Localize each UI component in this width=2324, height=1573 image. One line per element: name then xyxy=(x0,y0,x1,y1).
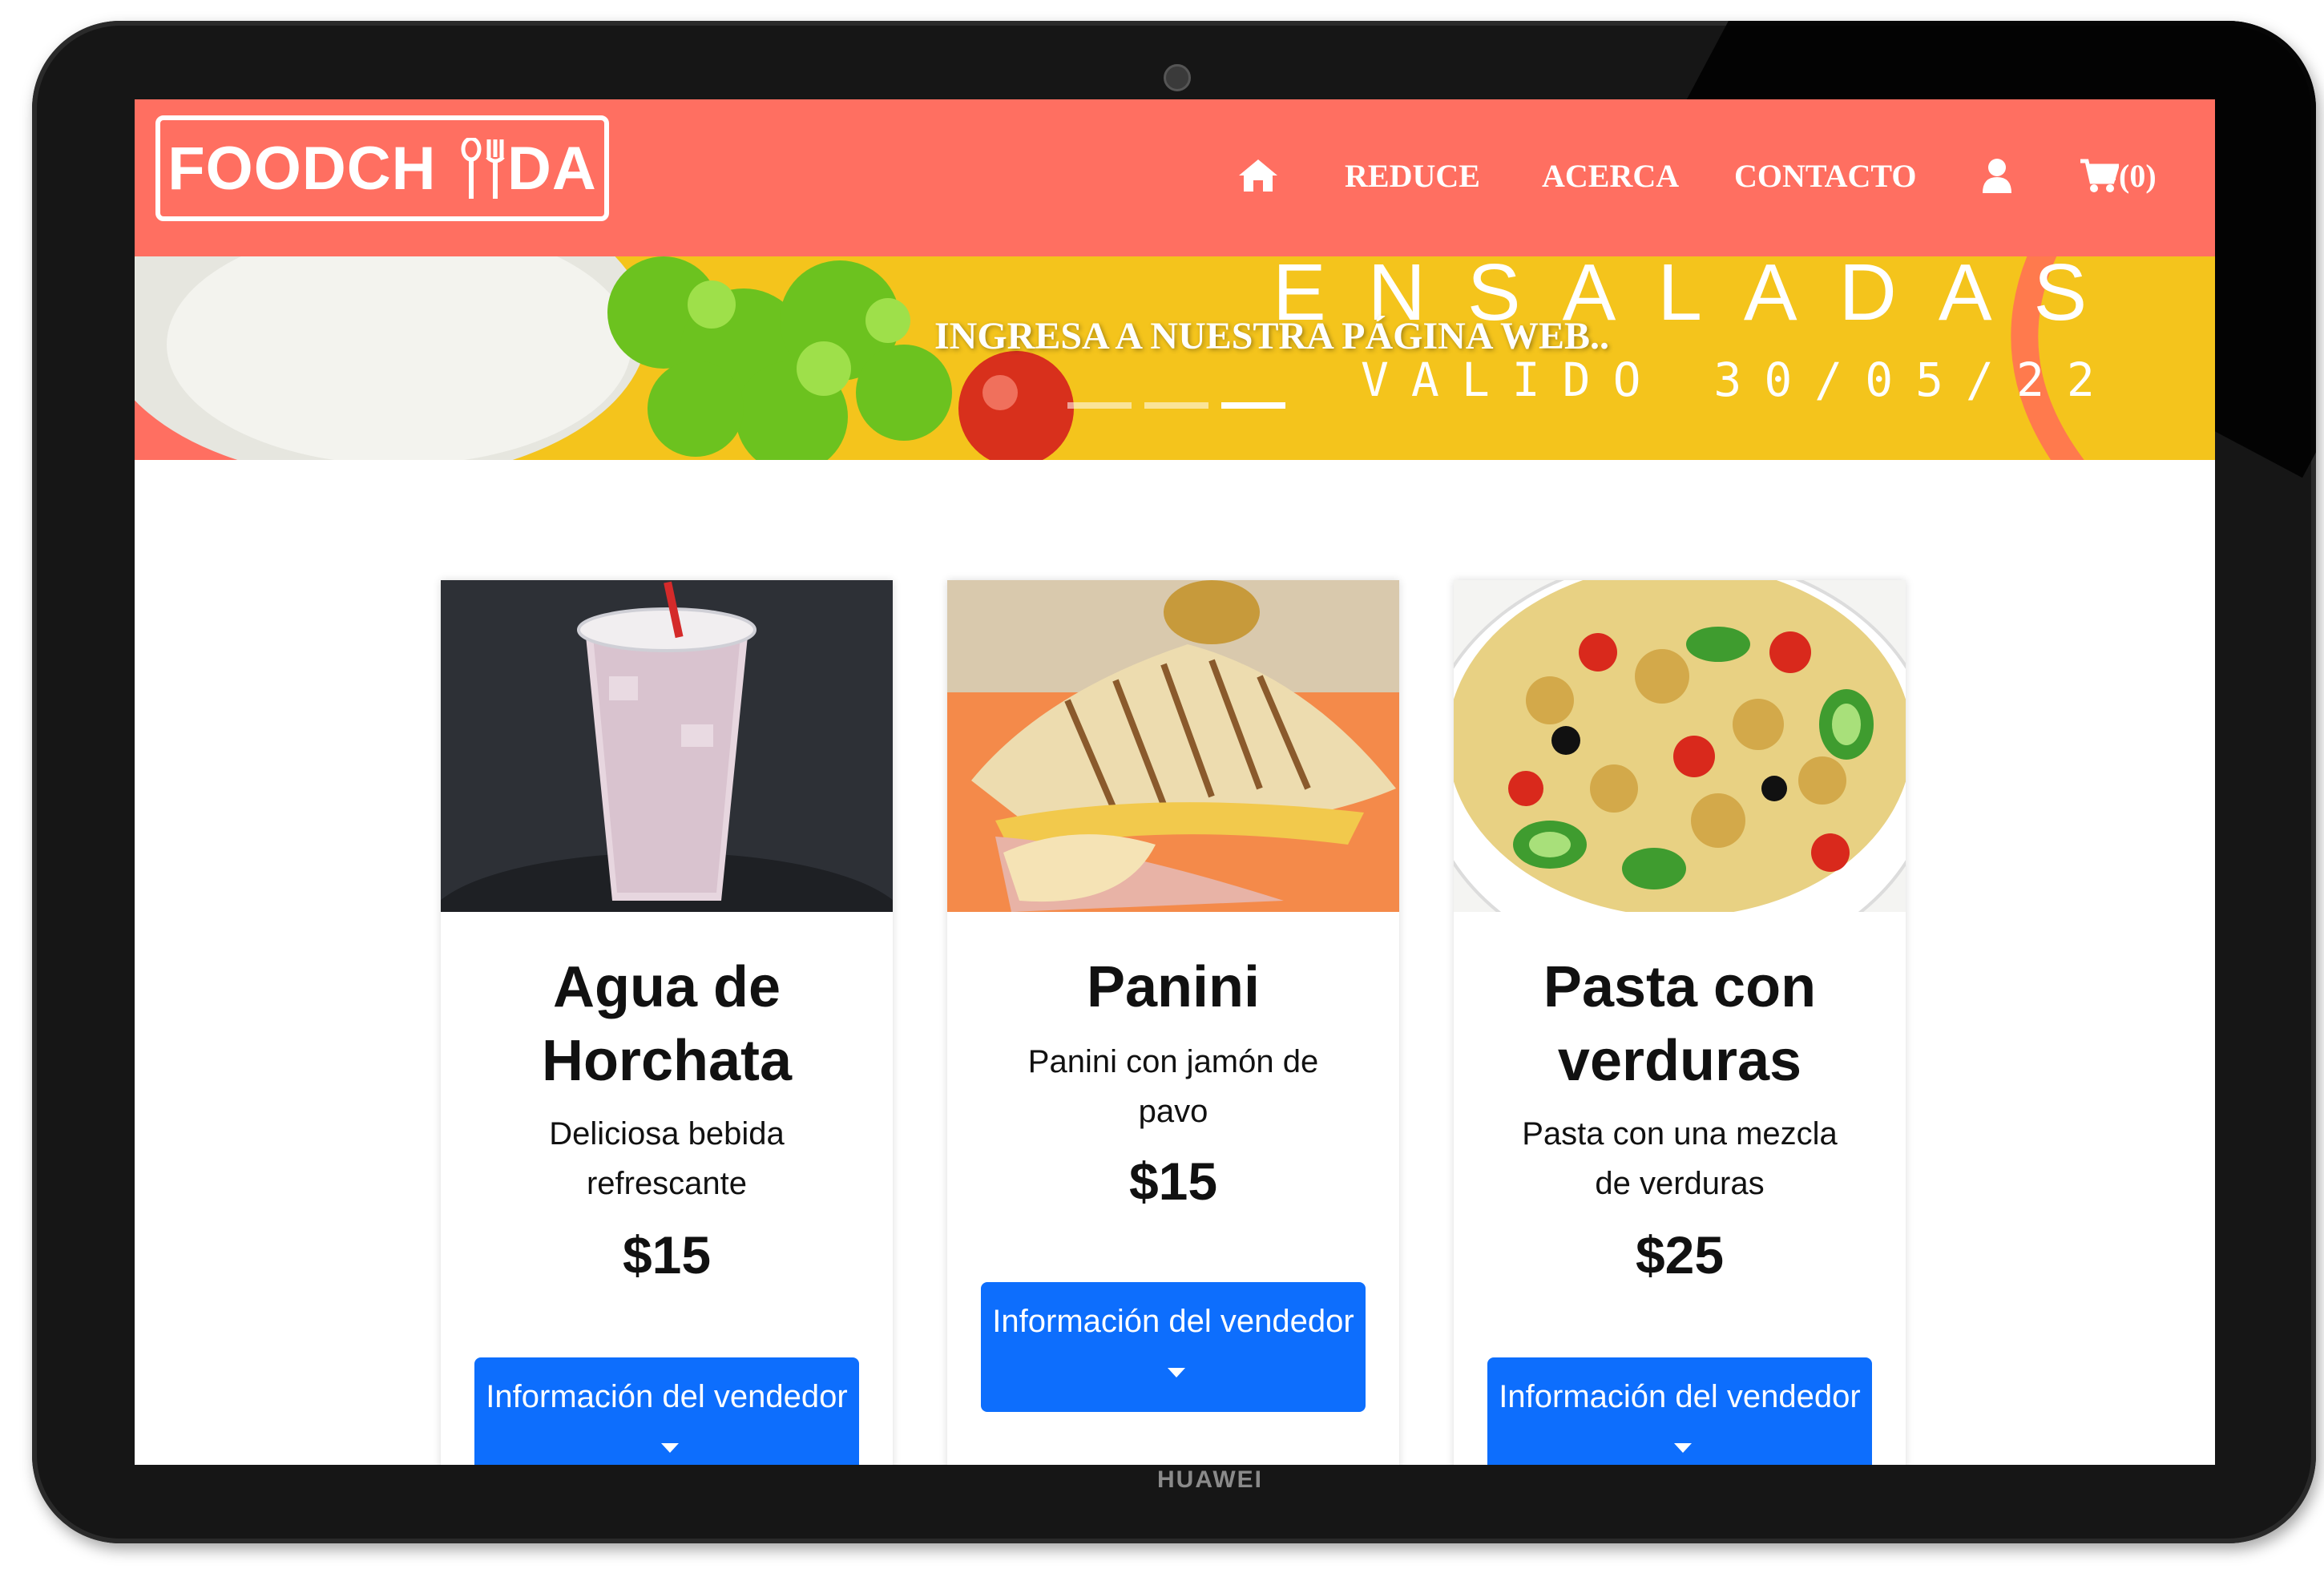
caret-down-icon xyxy=(1168,1368,1185,1378)
product-price: $15 xyxy=(1128,1152,1218,1211)
seller-info-button[interactable]: Información del vendedor xyxy=(981,1282,1366,1412)
navbar: FOODCH DA REDUCE ACERCA CONTACTO (0) xyxy=(135,99,2215,256)
panini-image xyxy=(947,580,1399,912)
seller-info-button[interactable]: Información del vendedor xyxy=(1487,1357,1872,1465)
nav-acerca[interactable]: ACERCA xyxy=(1542,147,1679,204)
camera-icon xyxy=(1164,64,1191,91)
seller-info-button[interactable]: Información del vendedor xyxy=(474,1357,859,1465)
horchata-image xyxy=(441,580,893,912)
carousel-indicator-1[interactable] xyxy=(1067,402,1132,409)
hero-caption: INGRESA A NUESTRA PÁGINA WEB.. xyxy=(934,315,1609,357)
seller-info-label: Información del vendedor xyxy=(1499,1379,1861,1414)
nav-contacto[interactable]: CONTACTO xyxy=(1734,147,1916,204)
pasta-salad-image xyxy=(1454,580,1906,912)
seller-info-label: Información del vendedor xyxy=(992,1304,1354,1339)
fork-spoon-icon xyxy=(461,138,505,199)
home-icon xyxy=(1239,159,1277,192)
product-price: $15 xyxy=(622,1225,712,1285)
product-title: Pasta con verduras xyxy=(1543,955,1817,1093)
user-icon xyxy=(1983,159,2011,193)
nav-cart[interactable]: (0) xyxy=(2079,147,2157,204)
product-card: Pasta con verduras Pasta con una mezcla … xyxy=(1454,580,1906,1465)
nav-user[interactable] xyxy=(1981,147,2013,204)
logo-text: FOODCH DA xyxy=(167,134,597,203)
hero-carousel[interactable]: ENSALADAS VALIDO 30/05/22 INGRESA A NUES… xyxy=(135,256,2215,460)
carousel-indicator-2[interactable] xyxy=(1144,402,1208,409)
product-title: Panini xyxy=(1086,955,1261,1019)
caret-down-icon xyxy=(661,1443,679,1454)
cart-icon xyxy=(2080,159,2119,192)
product-title: Agua de Horchata xyxy=(541,955,793,1093)
device-brand-label: HUAWEI xyxy=(1157,1466,1263,1493)
product-description: Pasta con una mezcla de verduras xyxy=(1522,1116,1838,1201)
carousel-indicator-3[interactable] xyxy=(1221,402,1285,409)
cart-count: (0) xyxy=(2119,157,2157,194)
caret-down-icon xyxy=(1674,1443,1692,1454)
product-card: Panini Panini con jamón de pavo $15 Info… xyxy=(947,580,1399,1465)
browser-screen: FOODCH DA REDUCE ACERCA CONTACTO (0) ENS… xyxy=(135,99,2215,1465)
nav-home[interactable] xyxy=(1237,147,1279,204)
hero-subtitle: VALIDO 30/05/22 xyxy=(1361,353,2117,407)
site-logo[interactable]: FOODCH DA xyxy=(155,115,609,221)
product-card: Agua de Horchata Deliciosa bebida refres… xyxy=(441,580,893,1465)
product-description: Panini con jamón de pavo xyxy=(1027,1044,1319,1129)
seller-info-label: Información del vendedor xyxy=(486,1379,848,1414)
product-description: Deliciosa bebida refrescante xyxy=(549,1116,785,1201)
nav-reduce[interactable]: REDUCE xyxy=(1345,147,1480,204)
product-price: $25 xyxy=(1635,1225,1725,1285)
